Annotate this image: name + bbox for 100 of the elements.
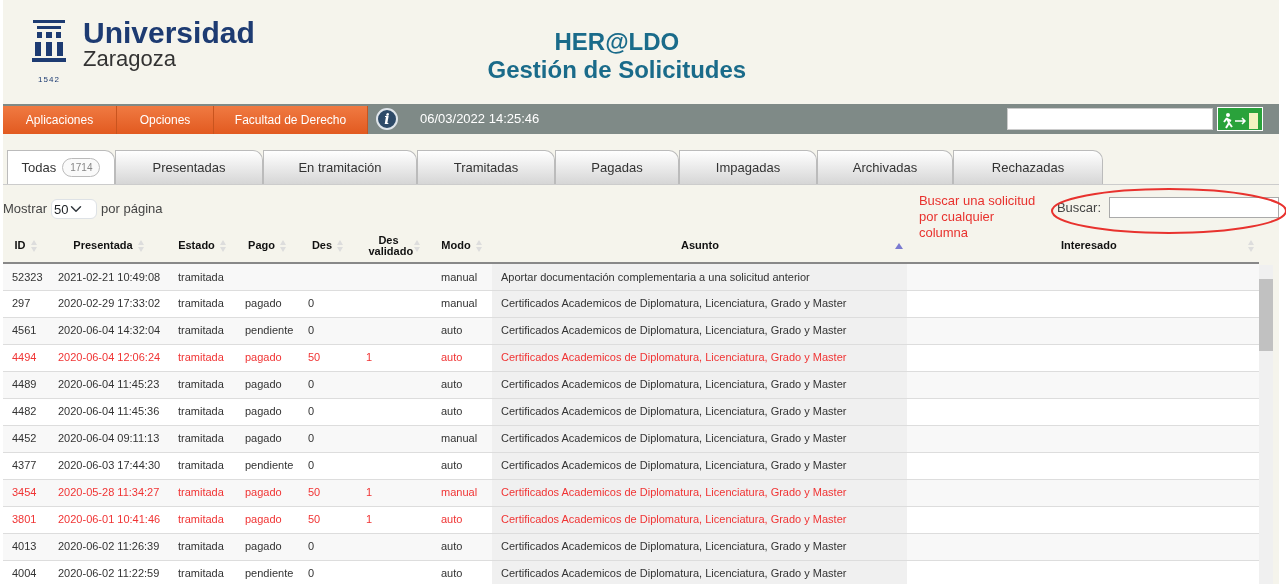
column-header[interactable]: Presentada xyxy=(73,240,133,251)
table-cell: 1 xyxy=(366,486,373,499)
table-cell: pagado xyxy=(245,405,282,418)
sort-icon[interactable] xyxy=(336,238,345,253)
tab[interactable]: Presentadas xyxy=(115,150,263,184)
column-header[interactable]: Modo xyxy=(441,240,471,251)
table-cell: 0 xyxy=(308,324,315,337)
table-cell: Certificados Academicos de Diplomatura, Licenciatura, Grado y Master xyxy=(501,324,847,337)
table-cell: 4482 xyxy=(12,405,37,418)
table-cell: tramitada xyxy=(178,540,224,553)
table-cell: pagado xyxy=(245,378,282,391)
table-cell: 0 xyxy=(308,378,315,391)
table-cell: auto xyxy=(441,405,463,418)
table-cell: 2020-06-01 10:41:46 xyxy=(58,513,161,526)
table-cell: Certificados Academicos de Diplomatura, Licenciatura, Grado y Master xyxy=(501,351,847,364)
logo-city: Zaragoza xyxy=(83,48,177,70)
table-cell: 0 xyxy=(308,540,315,553)
sort-icon[interactable] xyxy=(412,238,421,253)
table-cell: auto xyxy=(441,378,463,391)
table-cell: 4494 xyxy=(12,351,37,364)
tab[interactable]: Rechazadas xyxy=(953,150,1103,184)
table-cell: 3801 xyxy=(12,513,37,526)
table-cell: auto xyxy=(441,459,463,472)
tab[interactable]: En tramitación xyxy=(263,150,417,184)
table-cell: 297 xyxy=(12,297,31,310)
annotation-text: Buscar una solicitud por cualquier columna xyxy=(918,193,1037,241)
table-cell: 3454 xyxy=(12,486,37,499)
tab[interactable]: Pagadas xyxy=(555,150,679,184)
table-cell: tramitada xyxy=(178,486,224,499)
search-field[interactable] xyxy=(1109,197,1279,218)
table-cell: 2020-02-29 17:33:02 xyxy=(58,297,161,310)
column-header[interactable]: Interesado xyxy=(1061,240,1117,251)
table-cell: 2020-06-02 11:26:39 xyxy=(58,540,160,553)
sort-icon[interactable] xyxy=(474,238,483,253)
table-cell: manual xyxy=(441,297,478,310)
table-cell: tramitada xyxy=(178,378,224,391)
app-title: HER@LDO xyxy=(554,28,680,56)
table-cell: manual xyxy=(441,270,478,283)
table-cell: auto xyxy=(441,324,463,337)
sort-icon[interactable] xyxy=(136,238,145,253)
info-icon[interactable]: i xyxy=(376,108,398,130)
table-cell: Certificados Academicos de Diplomatura, Licenciatura, Grado y Master xyxy=(501,459,847,472)
text-field[interactable] xyxy=(1007,108,1213,130)
table-cell: 2020-06-04 11:45:36 xyxy=(58,405,160,418)
table-cell: 4004 xyxy=(12,567,37,580)
table-cell: 2020-05-28 11:34:27 xyxy=(58,486,160,499)
logo-year: 1542 xyxy=(38,74,60,86)
table-cell: Certificados Academicos de Diplomatura, Licenciatura, Grado y Master xyxy=(501,567,847,580)
page-size-select[interactable]: 50 xyxy=(51,199,98,219)
column-header[interactable]: Des xyxy=(311,240,333,251)
exit-button[interactable] xyxy=(1217,107,1263,131)
table-cell: pendiente xyxy=(245,567,294,580)
table-cell: 1 xyxy=(366,351,373,364)
tab[interactable]: Impagadas xyxy=(679,150,817,184)
table-cell: pendiente xyxy=(245,324,294,337)
table-cell: 0 xyxy=(308,567,315,580)
table-cell: tramitada xyxy=(178,270,224,283)
table-cell: 2020-06-04 11:45:23 xyxy=(58,378,160,391)
table-cell: manual xyxy=(441,432,478,445)
table-cell: pendiente xyxy=(245,459,294,472)
table-cell: tramitada xyxy=(178,297,224,310)
column-header[interactable]: ID xyxy=(14,240,26,251)
table-cell: auto xyxy=(441,513,463,526)
table-cell: tramitada xyxy=(178,405,224,418)
table-cell: Certificados Academicos de Diplomatura, Licenciatura, Grado y Master xyxy=(501,540,847,553)
table-cell: manual xyxy=(441,486,478,499)
table-cell: Certificados Academicos de Diplomatura, Licenciatura, Grado y Master xyxy=(501,405,847,418)
table-cell: pagado xyxy=(245,486,282,499)
scrollbar[interactable] xyxy=(1259,265,1273,584)
table-cell: Certificados Academicos de Diplomatura, Licenciatura, Grado y Master xyxy=(501,432,847,445)
column-header[interactable]: Asunto xyxy=(681,240,719,251)
app-subtitle: Gestión de Solicitudes xyxy=(487,56,747,84)
page-size-suffix: por página xyxy=(101,200,163,219)
table-cell: 4377 xyxy=(12,459,37,472)
tab[interactable]: Tramitadas xyxy=(417,150,555,184)
table-cell: 0 xyxy=(308,459,315,472)
column-header[interactable]: Estado xyxy=(178,240,215,251)
tab[interactable]: Todas 1714 xyxy=(7,150,115,184)
table-cell: tramitada xyxy=(178,324,224,337)
table-cell: Aportar documentación complementaria a una solicitud anterior xyxy=(501,270,810,283)
table-cell: tramitada xyxy=(178,432,224,445)
table-cell: auto xyxy=(441,351,463,364)
tab-count: 1714 xyxy=(62,158,101,177)
sort-icon[interactable] xyxy=(1247,238,1255,253)
sort-icon[interactable] xyxy=(218,238,227,253)
table-cell: 2020-06-04 12:06:24 xyxy=(58,351,161,364)
table-cell: tramitada xyxy=(178,351,224,364)
table-cell: 4561 xyxy=(12,324,37,337)
table-cell: Certificados Academicos de Diplomatura, Licenciatura, Grado y Master xyxy=(501,486,847,499)
sort-icon[interactable] xyxy=(278,238,287,253)
table-cell: 2020-06-04 14:32:04 xyxy=(58,324,161,337)
tab[interactable]: Archivadas xyxy=(817,150,953,184)
table-cell: 2020-06-04 09:11:13 xyxy=(58,432,160,445)
column-header[interactable]: Pago xyxy=(248,240,275,251)
sort-icon[interactable] xyxy=(29,238,38,253)
table-cell: 50 xyxy=(308,513,321,526)
table-cell: Certificados Academicos de Diplomatura, Licenciatura, Grado y Master xyxy=(501,378,847,391)
table-cell: 1 xyxy=(366,513,373,526)
table-cell: 2020-06-02 11:22:59 xyxy=(58,567,160,580)
table-cell: Certificados Academicos de Diplomatura, Licenciatura, Grado y Master xyxy=(501,297,847,310)
